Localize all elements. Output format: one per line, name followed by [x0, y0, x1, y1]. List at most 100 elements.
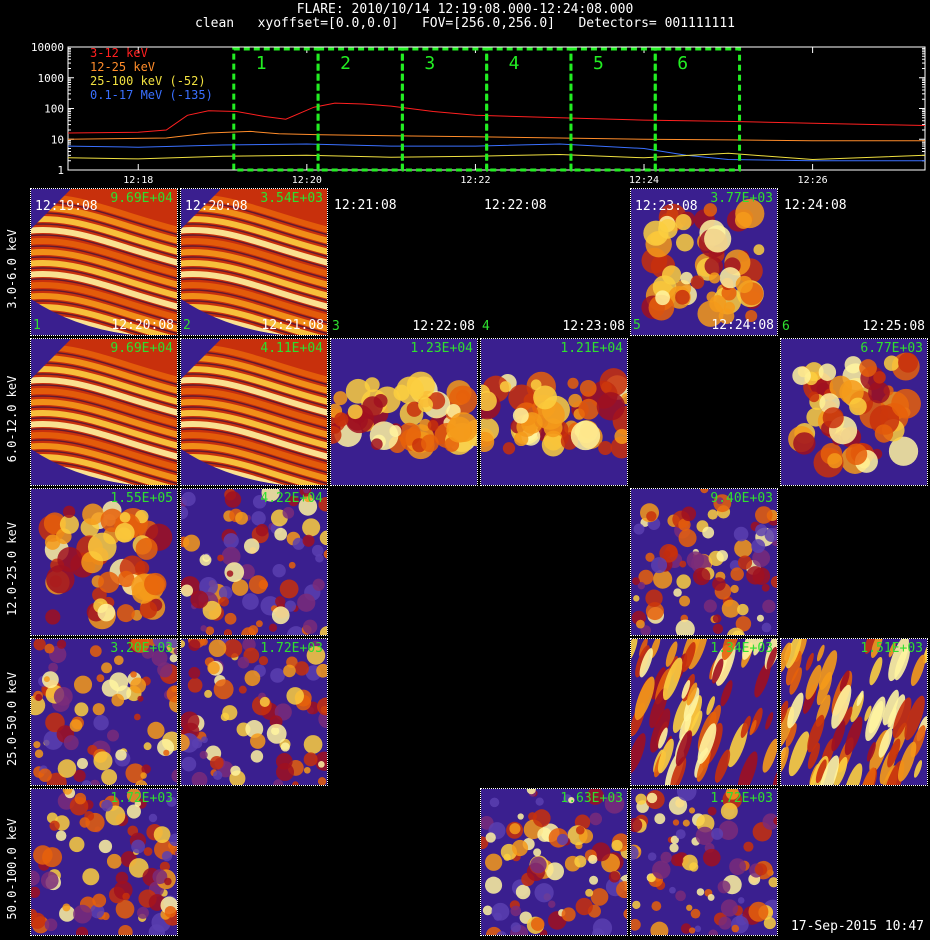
interval-box — [232, 47, 320, 172]
image-canvas — [481, 339, 627, 485]
image-feature — [288, 561, 296, 569]
peak-value: 1.51E+03 — [860, 641, 923, 656]
peak-value: 1.55E+05 — [110, 491, 173, 506]
image-feature — [503, 853, 511, 861]
image-feature — [140, 772, 147, 779]
image-tile: 1.63E+03 — [480, 788, 628, 936]
image-feature — [720, 899, 739, 917]
image-feature — [579, 379, 597, 397]
image-feature — [183, 534, 201, 552]
interval-start-time: 12:21:08 — [334, 198, 397, 213]
image-feature — [201, 736, 208, 744]
image-feature — [730, 584, 739, 594]
image-feature — [735, 275, 753, 294]
image-tile: 1.55E+05 — [30, 488, 178, 636]
image-feature — [689, 862, 699, 872]
image-feature — [743, 841, 754, 852]
image-feature — [756, 614, 764, 622]
image-feature — [53, 687, 73, 706]
image-feature — [157, 662, 173, 678]
image-feature — [822, 407, 844, 429]
image-feature — [675, 289, 690, 305]
image-feature — [130, 671, 137, 678]
image-feature — [318, 761, 325, 768]
interval-box — [316, 47, 404, 172]
image-feature — [200, 625, 207, 632]
image-feature — [792, 366, 811, 385]
image-feature — [502, 442, 516, 455]
image-feature — [561, 907, 576, 922]
image-feature — [181, 584, 194, 597]
image-feature — [274, 527, 288, 541]
image-feature — [485, 853, 503, 871]
interval-start-time: 12:23:08 — [635, 199, 698, 214]
image-feature — [255, 620, 263, 628]
image-feature — [136, 906, 149, 919]
image-feature — [57, 547, 83, 572]
image-feature — [489, 797, 500, 808]
image-feature — [219, 596, 229, 607]
image-feature — [333, 391, 348, 406]
image-feature — [63, 735, 79, 751]
image-feature — [364, 377, 380, 393]
image-tile: 12:19:08 1 12:20:08 9.69E+04 — [30, 188, 178, 336]
image-feature — [873, 371, 886, 384]
image-feature — [164, 877, 172, 886]
image-tile: 1.72E+03 — [630, 788, 778, 936]
image-feature — [302, 534, 315, 547]
image-feature — [418, 397, 434, 413]
image-feature — [709, 295, 727, 313]
image-feature — [207, 661, 220, 675]
image-feature — [164, 905, 177, 918]
image-feature — [209, 756, 224, 770]
energy-band-label: 12.0-25.0 keV — [5, 522, 19, 616]
y-tick-label: 1 — [57, 164, 64, 177]
image-feature — [635, 793, 647, 805]
image-feature — [276, 763, 295, 782]
image-tile: 9.40E+03 — [630, 488, 778, 636]
image-feature — [280, 742, 290, 752]
image-feature — [646, 511, 657, 522]
image-feature — [393, 384, 410, 401]
image-feature — [62, 505, 76, 518]
y-tick-label: 100 — [44, 103, 64, 116]
image-feature — [499, 381, 512, 393]
image-tile: 4.22E+04 — [180, 488, 328, 636]
image-feature — [675, 829, 686, 840]
image-feature — [79, 817, 90, 828]
energy-band-label: 25.0-50.0 keV — [5, 672, 19, 766]
image-feature — [716, 550, 729, 562]
image-feature — [315, 554, 324, 563]
image-feature — [827, 453, 843, 469]
image-feature — [135, 537, 158, 560]
image-feature — [73, 675, 93, 694]
image-feature — [655, 290, 670, 306]
image-feature — [347, 404, 363, 420]
image-feature — [510, 905, 522, 917]
image-feature — [585, 888, 594, 897]
image-canvas — [31, 489, 177, 635]
series-line — [67, 130, 925, 142]
interval-number: 3 — [332, 319, 340, 334]
title-line-1: FLARE: 2010/10/14 12:19:08.000-12:24:08.… — [296, 2, 634, 17]
image-feature — [251, 511, 266, 526]
image-tile: 1.72E+03 — [180, 638, 328, 786]
image-feature — [131, 839, 146, 854]
image-feature — [690, 275, 705, 289]
image-canvas — [631, 489, 777, 635]
image-feature — [73, 904, 92, 924]
interval-label: 3 — [424, 53, 435, 74]
image-feature — [575, 897, 593, 916]
image-feature — [608, 871, 621, 883]
image-feature — [40, 871, 59, 890]
image-feature — [96, 674, 105, 683]
plot-frame — [67, 46, 926, 171]
image-feature — [692, 567, 711, 586]
image-canvas — [331, 339, 477, 485]
image-feature — [737, 555, 753, 570]
image-feature — [34, 749, 44, 758]
image-feature — [130, 677, 147, 694]
image-feature — [643, 220, 669, 246]
interval-number: 6 — [782, 319, 790, 334]
image-feature — [737, 603, 749, 616]
